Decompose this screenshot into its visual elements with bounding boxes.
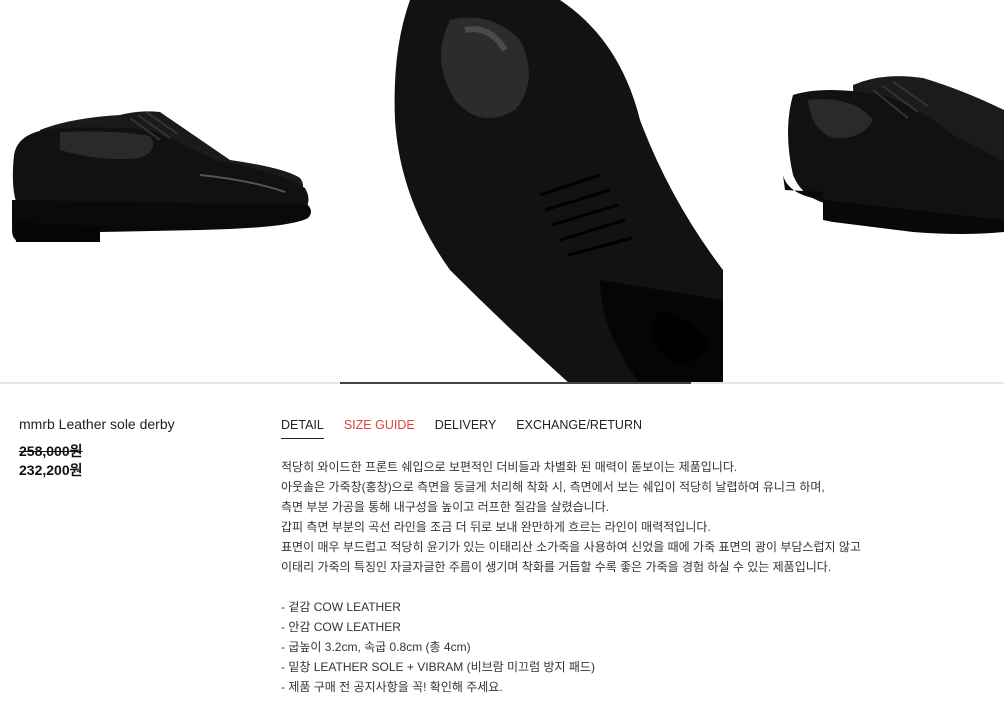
tab-detail[interactable]: DETAIL: [281, 417, 324, 439]
shoe-angled-view-image: [783, 76, 1004, 234]
description-line: 표면이 매우 부드럽고 적당히 윤기가 있는 이태리산 소가죽을 사용하여 신었…: [281, 540, 861, 554]
gallery-progress-track[interactable]: [0, 382, 1004, 384]
product-tabs: DETAIL SIZE GUIDE DELIVERY EXCHANGE/RETU…: [281, 417, 662, 439]
spec-line: - 밑창 LEATHER SOLE + VIBRAM (비브람 미끄럼 방지 패…: [281, 660, 595, 674]
product-info: mmrb Leather sole derby 258,000원 232,200…: [19, 416, 259, 480]
description-line: 갑피 측면 부분의 곡선 라인을 조금 더 뒤로 보내 완만하게 흐르는 라인이…: [281, 520, 711, 534]
spec-line: - 제품 구매 전 공지사항을 꼭! 확인해 주세요.: [281, 680, 503, 694]
tab-size-guide[interactable]: SIZE GUIDE: [344, 417, 415, 439]
spec-line: - 안감 COW LEATHER: [281, 620, 401, 634]
gallery-slide-top-closeup[interactable]: [340, 0, 723, 384]
shoe-top-closeup-image: [340, 0, 723, 384]
spec-line: - 겉감 COW LEATHER: [281, 600, 401, 614]
shoe-side-view-image: [12, 111, 311, 242]
original-price: 258,000원: [19, 443, 83, 459]
product-image-gallery[interactable]: [0, 0, 1004, 384]
description-line: 아웃솔은 가죽창(홍창)으로 측면을 둥글게 처리해 착화 시, 측면에서 보는…: [281, 480, 825, 494]
gallery-slide-side-view[interactable]: [0, 0, 340, 384]
spec-line: - 굽높이 3.2cm, 속굽 0.8cm (총 4cm): [281, 640, 471, 654]
description-line: 이태리 가죽의 특징인 자글자글한 주름이 생기며 착화를 거듭할 수록 좋은 …: [281, 560, 832, 574]
tab-exchange-return[interactable]: EXCHANGE/RETURN: [516, 417, 642, 439]
gallery-progress-bar[interactable]: [340, 382, 691, 384]
tab-delivery[interactable]: DELIVERY: [435, 417, 497, 439]
description-line: 적당히 와이드한 프론트 쉐입으로 보편적인 더비들과 차별화 된 매력이 돋보…: [281, 460, 738, 474]
product-description: 적당히 와이드한 프론트 쉐입으로 보편적인 더비들과 차별화 된 매력이 돋보…: [281, 457, 981, 697]
product-name: mmrb Leather sole derby: [19, 416, 175, 432]
gallery-slide-angled-view[interactable]: [723, 0, 1004, 384]
sale-price: 232,200원: [19, 462, 83, 478]
description-line: 측면 부분 가공을 통해 내구성을 높이고 러프한 질감을 살렸습니다.: [281, 500, 610, 514]
